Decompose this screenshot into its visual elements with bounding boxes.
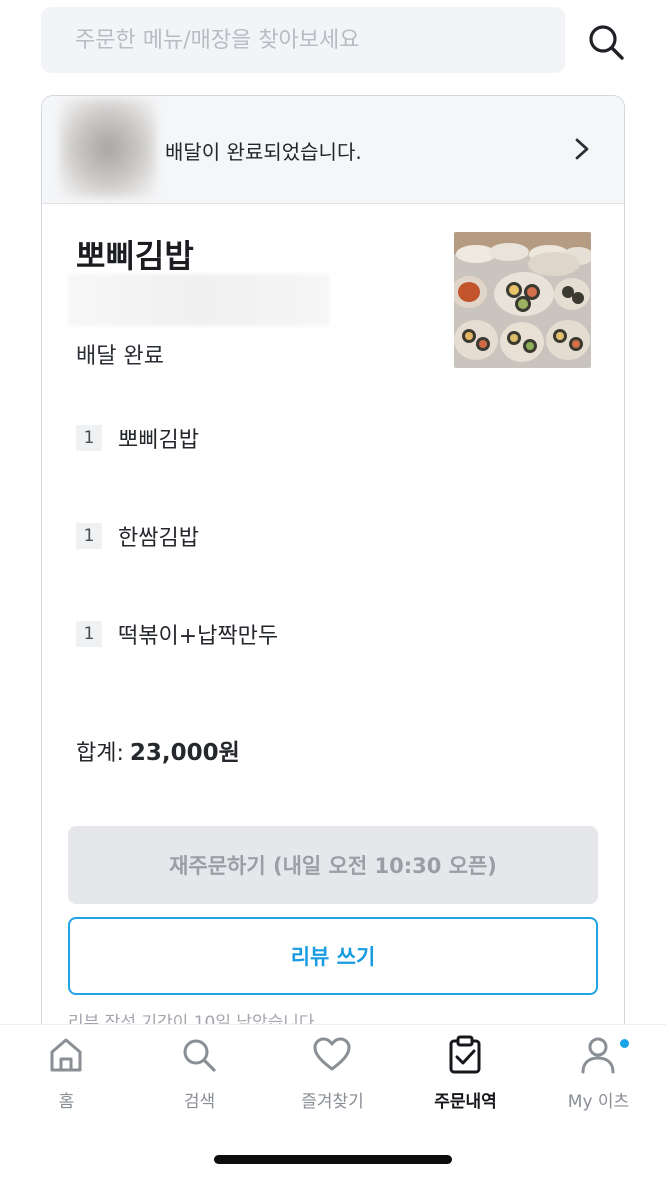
item-quantity: 1 — [76, 523, 102, 549]
status-message: 배달이 완료되었습니다. — [165, 140, 362, 164]
tab-label: 주문내역 — [434, 1092, 497, 1112]
item-quantity: 1 — [76, 621, 102, 647]
order-total: 합계: 23,000원 — [76, 733, 240, 767]
heart-icon — [313, 1037, 351, 1071]
total-amount: 23,000원 — [129, 740, 240, 766]
reorder-button[interactable]: 재주문하기 (내일 오전 10:30 오픈) — [68, 826, 598, 904]
total-label: 합계: — [76, 741, 124, 766]
tab-my-eats[interactable]: My 이츠 — [532, 1025, 665, 1125]
tab-label: 검색 — [183, 1092, 216, 1112]
home-icon — [50, 1038, 82, 1072]
home-indicator — [214, 1155, 452, 1164]
order-card: 배달이 완료되었습니다. 뽀삐김밥 배달 완료 1 뽀삐김밥 1 한쌈김밥 1 … — [41, 95, 625, 1055]
search-icon — [589, 25, 624, 60]
chevron-right-icon — [575, 138, 589, 160]
search-input[interactable] — [75, 27, 565, 53]
tab-favorites[interactable]: 즐겨찾기 — [266, 1025, 399, 1125]
store-name[interactable]: 뽀삐김밥 — [76, 231, 194, 277]
tab-label: My 이츠 — [567, 1092, 630, 1112]
search-button[interactable] — [584, 20, 628, 64]
search-bar[interactable] — [41, 7, 565, 73]
delivery-status-banner[interactable]: 배달이 완료되었습니다. — [42, 96, 624, 204]
tab-search[interactable]: 검색 — [133, 1025, 266, 1125]
list-item: 1 뽀삐김밥 — [76, 422, 199, 454]
clipboard-check-icon — [449, 1035, 481, 1074]
list-item: 1 떡볶이+납짝만두 — [76, 618, 278, 650]
item-quantity: 1 — [76, 425, 102, 451]
tab-home[interactable]: 홈 — [0, 1025, 133, 1125]
person-icon — [581, 1037, 615, 1074]
item-name: 한쌈김밥 — [118, 526, 199, 551]
notification-dot — [620, 1039, 629, 1048]
item-name: 뽀삐김밥 — [118, 428, 199, 453]
delivery-status: 배달 완료 — [76, 344, 164, 369]
list-item: 1 한쌈김밥 — [76, 520, 199, 552]
tab-orders[interactable]: 주문내역 — [399, 1025, 532, 1125]
blurred-thumbnail — [60, 98, 156, 198]
tab-label: 즐겨찾기 — [301, 1092, 364, 1112]
search-icon — [183, 1039, 216, 1072]
redacted-info — [68, 274, 330, 326]
write-review-button[interactable]: 리뷰 쓰기 — [68, 917, 598, 995]
food-photo — [454, 232, 591, 368]
item-name: 떡볶이+납짝만두 — [118, 624, 279, 649]
tab-label: 홈 — [58, 1092, 75, 1112]
